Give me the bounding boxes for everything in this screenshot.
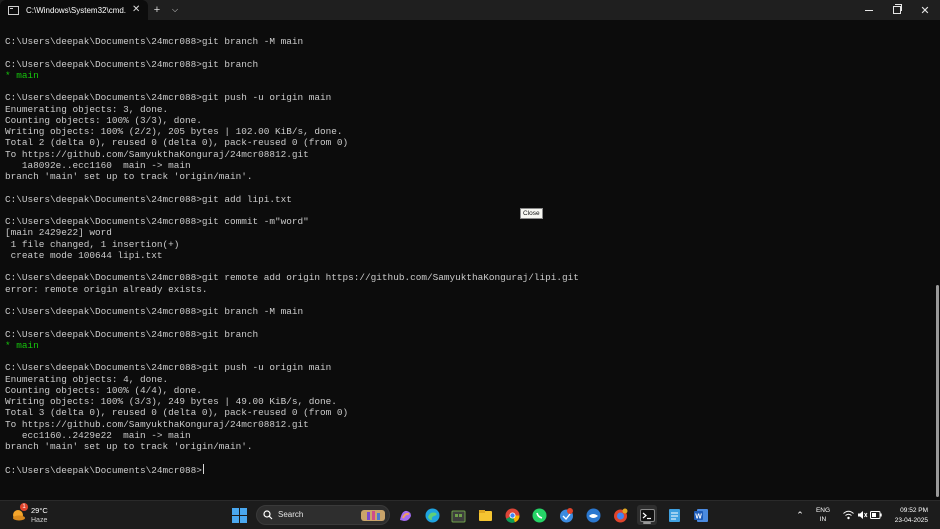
app-icon-1[interactable] bbox=[556, 505, 576, 525]
notepad-icon[interactable] bbox=[664, 505, 684, 525]
maximize-button[interactable] bbox=[883, 0, 911, 20]
terminal-line: To https://github.com/SamyukthaKonguraj/… bbox=[5, 418, 309, 430]
terminal-line: [main 2429e22] word bbox=[5, 227, 112, 239]
terminal-line: C:\Users\deepak\Documents\24mcr088>git a… bbox=[5, 193, 292, 205]
close-button[interactable]: ✕ bbox=[911, 0, 939, 20]
terminal-line: branch 'main' set up to track 'origin/ma… bbox=[5, 441, 253, 452]
close-icon: ✕ bbox=[920, 4, 930, 17]
terminal-line: 1 file changed, 1 insertion(+) bbox=[5, 238, 180, 250]
tab-title: C:\Windows\System32\cmd.e bbox=[26, 5, 126, 15]
app-icon-2[interactable] bbox=[583, 505, 603, 525]
new-tab-icon[interactable]: + bbox=[148, 0, 166, 20]
weather-temp: 29°C bbox=[31, 506, 48, 515]
terminal-line: Writing objects: 100% (2/2), 205 bytes |… bbox=[5, 126, 343, 137]
file-explorer-icon[interactable] bbox=[475, 505, 495, 525]
terminal-line: Total 3 (delta 0), reused 0 (delta 0), p… bbox=[5, 407, 349, 419]
scrollbar[interactable] bbox=[936, 20, 939, 500]
start-icon[interactable] bbox=[229, 505, 249, 525]
restore-icon bbox=[893, 4, 902, 14]
edge-icon[interactable] bbox=[422, 505, 442, 525]
weather-badge: 1 bbox=[20, 503, 28, 511]
terminal-line: Total 2 (delta 0), reused 0 (delta 0), p… bbox=[5, 137, 349, 149]
terminal-icon[interactable] bbox=[637, 505, 657, 525]
terminal-line: Counting objects: 100% (4/4), done. bbox=[5, 384, 202, 396]
weather-condition: Haze bbox=[31, 517, 48, 524]
terminal-line: C:\Users\deepak\Documents\24mcr088>git r… bbox=[5, 272, 579, 284]
cmd-icon bbox=[8, 5, 19, 15]
terminal-line: Counting objects: 100% (3/3), done. bbox=[5, 114, 202, 126]
terminal-line: create mode 100644 lipi.txt bbox=[5, 249, 163, 261]
search-highlight-icon bbox=[361, 510, 385, 521]
taskbar: 1 29°C Haze Search W ⌃ ENG IN 09:52 PM 2… bbox=[0, 500, 940, 529]
battery-icon[interactable] bbox=[866, 505, 886, 525]
terminal-line: error: remote origin already exists. bbox=[5, 283, 208, 295]
tab-close-icon[interactable]: ✕ bbox=[132, 5, 140, 15]
terminal-line: * main bbox=[5, 69, 39, 81]
terminal-output[interactable]: C:\Users\deepak\Documents\24mcr088>git b… bbox=[0, 20, 930, 500]
terminal-line: Enumerating objects: 3, done. bbox=[5, 103, 169, 115]
terminal-line: * main bbox=[5, 339, 39, 351]
terminal-line: branch 'main' set up to track 'origin/ma… bbox=[5, 171, 253, 182]
chrome-icon[interactable] bbox=[502, 505, 522, 525]
text-cursor bbox=[202, 463, 204, 474]
terminal-line: ecc1160..2429e22 main -> main bbox=[5, 429, 191, 441]
clock-date: 23-04-2025 bbox=[894, 517, 928, 524]
svg-text:W: W bbox=[695, 513, 702, 520]
active-indicator bbox=[643, 522, 651, 524]
store-icon[interactable] bbox=[448, 505, 468, 525]
terminal-line: C:\Users\deepak\Documents\24mcr088>git b… bbox=[5, 36, 304, 47]
terminal-line: C:\Users\deepak\Documents\24mcr088>git b… bbox=[5, 306, 304, 317]
search-box[interactable]: Search bbox=[256, 505, 390, 525]
region-text: IN bbox=[819, 516, 827, 523]
terminal-line: Enumerating objects: 4, done. bbox=[5, 373, 169, 385]
scrollbar-thumb[interactable] bbox=[936, 285, 939, 497]
terminal-line: C:\Users\deepak\Documents\24mcr088>git p… bbox=[5, 362, 332, 374]
system-clock[interactable]: 09:52 PM 23-04-2025 bbox=[886, 506, 928, 526]
chevron-up-icon[interactable]: ⌃ bbox=[790, 505, 810, 525]
terminal-line: 1a8092e..ecc1160 main -> main bbox=[5, 159, 191, 171]
terminal-line: C:\Users\deepak\Documents\24mcr088>git c… bbox=[5, 216, 309, 227]
clock-time: 09:52 PM bbox=[900, 507, 928, 514]
whatsapp-icon[interactable] bbox=[529, 505, 549, 525]
language-indicator[interactable]: ENG IN bbox=[814, 506, 832, 524]
terminal-tab[interactable]: C:\Windows\System32\cmd.e ✕ bbox=[0, 0, 148, 20]
terminal-line: C:\Users\deepak\Documents\24mcr088>git b… bbox=[5, 58, 259, 70]
minimize-icon bbox=[865, 9, 873, 11]
close-tooltip: Close bbox=[520, 208, 543, 219]
chevron-down-icon[interactable]: ⌵ bbox=[166, 0, 184, 20]
search-icon bbox=[263, 510, 273, 520]
minimize-button[interactable] bbox=[855, 0, 883, 20]
terminal-line: C:\Users\deepak\Documents\24mcr088> bbox=[5, 463, 204, 476]
terminal-line: C:\Users\deepak\Documents\24mcr088>git b… bbox=[5, 328, 259, 340]
terminal-line: Writing objects: 100% (3/3), 249 bytes |… bbox=[5, 396, 337, 407]
language-text: ENG bbox=[815, 507, 831, 514]
title-bar: C:\Windows\System32\cmd.e ✕ + ⌵ ✕ bbox=[0, 0, 940, 20]
word-icon[interactable]: W bbox=[691, 505, 711, 525]
copilot-icon[interactable] bbox=[395, 505, 415, 525]
search-placeholder: Search bbox=[278, 510, 304, 519]
terminal-line: To https://github.com/SamyukthaKonguraj/… bbox=[5, 148, 309, 160]
app-icon-3[interactable] bbox=[610, 505, 630, 525]
terminal-line: C:\Users\deepak\Documents\24mcr088>git p… bbox=[5, 92, 332, 104]
